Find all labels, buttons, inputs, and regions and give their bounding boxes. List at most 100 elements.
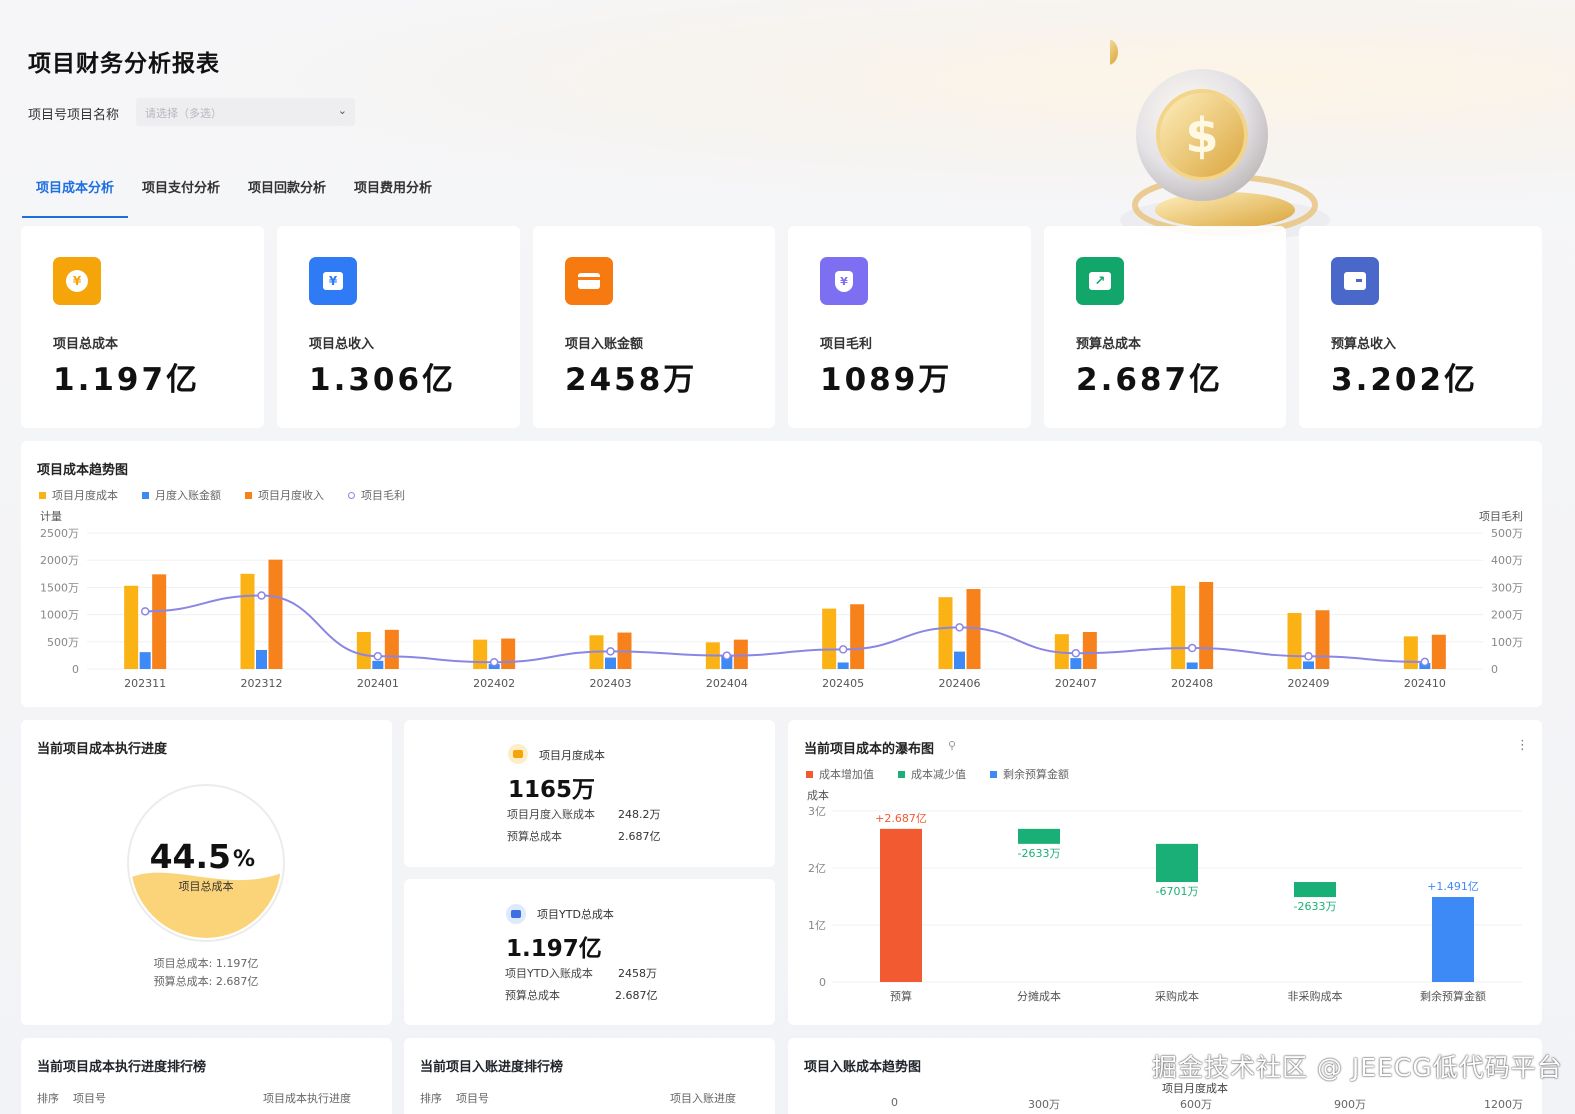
bar — [1287, 612, 1302, 669]
row-value: 2.687亿 — [615, 989, 658, 1002]
x-tick: 0 — [891, 1096, 898, 1109]
col-project-no: 项目号 — [456, 1092, 489, 1105]
x-tick-label: 202409 — [1288, 677, 1330, 690]
bar — [1070, 658, 1082, 669]
kpi-card-entry-amount: 项目入账金额 2458万 — [533, 226, 775, 428]
left-axis-label: 计量 — [40, 510, 62, 523]
gross-profit-point — [838, 645, 848, 654]
tab-cost-analysis[interactable]: 项目成本分析 — [22, 180, 129, 218]
bar — [473, 639, 488, 669]
bar — [240, 573, 255, 669]
cost-progress-card: 当前项目成本执行进度 44.5 % 项目总成本 项目总成本: 1.197亿 预算… — [21, 720, 392, 1025]
project-select-placeholder: 请选择（多选） — [145, 107, 222, 120]
x-tick-label: 202403 — [590, 677, 632, 690]
bar — [268, 559, 283, 669]
kpi-card-gross-profit: ¥ 项目毛利 1089万 — [788, 226, 1031, 428]
ytd-cost-value: 1.197亿 — [506, 936, 602, 962]
gross-profit-point — [373, 651, 383, 661]
x-tick-label: 202401 — [357, 677, 399, 690]
x-tick-label: 分摊成本 — [1017, 989, 1061, 1003]
bar — [822, 608, 837, 669]
cost-trend-chart: 计量 项目毛利 0 0 500万 100万 1000万 200万 1500万 300万 2000… — [40, 510, 1523, 690]
bar — [938, 597, 953, 669]
gross-profit-point — [1304, 651, 1313, 661]
x-tick-label: 202404 — [706, 677, 748, 690]
bar — [1186, 662, 1198, 669]
bar — [954, 651, 965, 669]
x-tick-label: 202410 — [1404, 677, 1446, 690]
y2-tick-label: 400万 — [1491, 554, 1523, 567]
row-label: 项目YTD入账成本 — [505, 967, 593, 980]
watermark: 掘金技术社区 @ JEECG低代码平台 — [1152, 1053, 1563, 1082]
y-tick-label: 1500万 — [40, 581, 79, 594]
tab-expense-analysis[interactable]: 项目费用分析 — [340, 180, 446, 218]
row-value: 248.2万 — [618, 808, 661, 821]
wallet-icon — [1331, 257, 1379, 305]
x-tick-label: 202407 — [1055, 677, 1097, 690]
kpi-value: 2458万 — [565, 362, 698, 398]
y-tick-label: 500万 — [47, 636, 79, 649]
cost-trend-card: 项目成本趋势图 项目月度成本 月度入账金额 项目月度收入 项目毛利 计量 项目毛… — [21, 441, 1542, 707]
coins-icon — [508, 744, 528, 764]
progress-gauge: 44.5 % 项目总成本 项目总成本: 1.197亿 预算总成本: 2.687亿 — [127, 784, 285, 988]
project-select[interactable]: 请选择（多选） ⌄ — [136, 98, 355, 126]
y2-tick-label: 500万 — [1491, 527, 1523, 540]
project-filter-label: 项目号项目名称 — [28, 108, 120, 123]
kpi-label: 项目总成本 — [53, 337, 119, 352]
waterfall-card: 当前项目成本的瀑布图 ⚲ ⋮ 成本增加值 成本减少值 剩余预算金额 成本 0 1亿… — [788, 720, 1542, 1025]
x-tick-label: 202406 — [939, 677, 981, 690]
entry-progress-ranking-card: 当前项目入账进度排行榜 排序 项目号 项目入账进度 — [404, 1038, 775, 1114]
progress-total-cost: 项目总成本: 1.197亿 — [154, 956, 259, 970]
row-value: 2.687亿 — [618, 830, 661, 843]
y2-tick-label: 100万 — [1491, 636, 1523, 649]
bar — [1199, 581, 1214, 669]
wallet-icon — [506, 904, 526, 924]
yen-shield-icon: ¥ — [820, 257, 868, 305]
bar — [372, 660, 384, 669]
card-icon — [565, 257, 613, 305]
row-label: 项目月度入账成本 — [507, 808, 595, 821]
gross-profit-point — [1187, 643, 1197, 653]
progress-budget-cost: 预算总成本: 2.687亿 — [154, 974, 259, 988]
y-tick-label: 2500万 — [40, 527, 79, 540]
kpi-card-budget-revenue: 预算总收入 3.202亿 — [1299, 226, 1542, 428]
entry-trend-title: 项目入账成本趋势图 — [804, 1060, 922, 1075]
bar — [152, 574, 167, 669]
gold-coin-illustration: $ — [1110, 40, 1330, 240]
y-tick-label: 0 — [819, 976, 826, 989]
kpi-card-budget-cost: ↗ 预算总成本 2.687亿 — [1044, 226, 1286, 428]
x-tick-label: 预算 — [890, 989, 912, 1003]
bar — [1315, 610, 1330, 669]
gauge-caption: 项目总成本 — [179, 879, 234, 893]
row-label: 预算总成本 — [507, 830, 562, 843]
kpi-value: 2.687亿 — [1076, 362, 1224, 398]
y2-tick-label: 300万 — [1491, 581, 1523, 594]
x-tick-label: 202405 — [822, 677, 864, 690]
bar — [501, 638, 516, 669]
x-tick: 900万 — [1334, 1098, 1366, 1111]
gauge-percent: 44.5 — [150, 837, 231, 876]
kpi-value: 1.306亿 — [309, 362, 457, 398]
gross-profit-point — [955, 623, 964, 632]
bar — [1403, 636, 1418, 669]
col-progress: 项目入账进度 — [670, 1092, 736, 1105]
kpi-value: 1089万 — [820, 362, 953, 398]
y2-tick-label: 200万 — [1491, 609, 1523, 622]
yen-wallet-icon: ¥ — [309, 257, 357, 305]
kpi-label: 项目总收入 — [309, 337, 375, 352]
chevron-down-icon: ⌄ — [337, 104, 347, 117]
kpi-card-total-cost: ¥ 项目总成本 1.197亿 — [21, 226, 264, 428]
tab-payment-analysis[interactable]: 项目支付分析 — [128, 180, 234, 218]
bar — [356, 632, 371, 669]
x-tick-label: 202402 — [473, 677, 515, 690]
tab-collection-analysis[interactable]: 项目回款分析 — [234, 180, 340, 218]
kpi-value: 3.202亿 — [1331, 362, 1479, 398]
bar — [605, 657, 616, 669]
gross-profit-point — [140, 607, 150, 616]
col-project-no: 项目号 — [73, 1092, 106, 1105]
y-tick-label: 1亿 — [808, 919, 826, 932]
waterfall-data-label: -2633万 — [1294, 900, 1337, 913]
waterfall-data-label: +2.687亿 — [875, 812, 927, 825]
monthly-cost-card: 项目月度成本 1165万 项目月度入账成本 248.2万 预算总成本 2.687… — [404, 720, 775, 867]
bar — [1431, 634, 1446, 669]
